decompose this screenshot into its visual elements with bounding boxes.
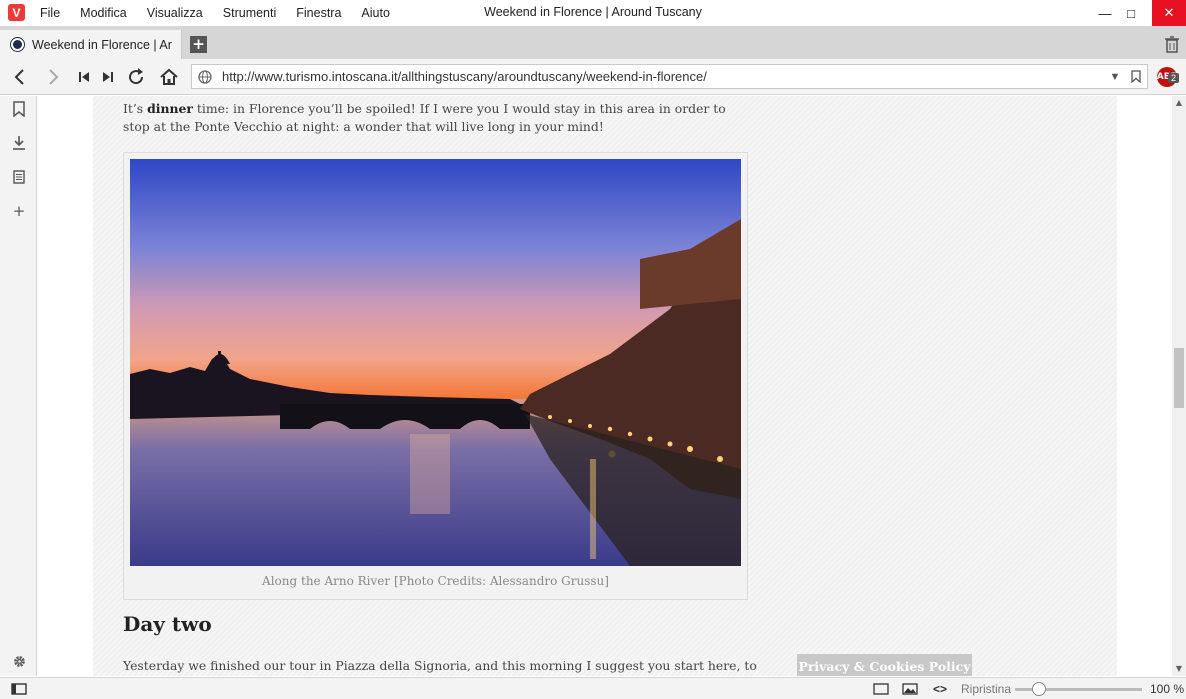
bookmark-icon — [1131, 70, 1141, 83]
bookmarks-panel-icon[interactable] — [10, 100, 28, 118]
page-actions-icon[interactable]: <> — [930, 681, 950, 697]
notes-panel-icon[interactable] — [10, 168, 28, 186]
cookie-policy-button[interactable]: Privacy & Cookies Policy — [797, 654, 972, 676]
close-button[interactable]: ✕ — [1152, 0, 1186, 26]
fast-forward-button[interactable] — [96, 65, 120, 89]
rewind-button[interactable] — [72, 65, 96, 89]
maximize-button[interactable]: □ — [1116, 0, 1146, 26]
reload-icon — [129, 68, 144, 85]
skip-forward-icon — [103, 72, 113, 82]
bookmark-page-button[interactable] — [1125, 70, 1147, 83]
browser-window: { "window": { "title": "Weekend in Flore… — [0, 0, 1186, 699]
forward-button[interactable] — [41, 65, 65, 89]
add-panel-plus-icon[interactable]: + — [10, 202, 28, 220]
navigation-bar: http://www.turismo.intoscana.it/allthing… — [0, 59, 1186, 95]
scrollbar-thumb[interactable] — [1174, 348, 1184, 408]
menu-strumenti[interactable]: Strumenti — [223, 6, 277, 20]
menu-aiuto[interactable]: Aiuto — [361, 6, 390, 20]
zoom-slider-knob[interactable] — [1032, 682, 1046, 696]
settings-gear-icon[interactable] — [10, 652, 28, 670]
arno-river-photo[interactable] — [130, 159, 741, 566]
tiling-icon[interactable] — [872, 681, 890, 697]
toggle-panel-icon[interactable] — [10, 681, 28, 697]
new-tab-plus-icon[interactable]: + — [190, 36, 207, 53]
menu-modifica[interactable]: Modifica — [80, 6, 127, 20]
globe-icon — [198, 69, 212, 84]
reload-button[interactable] — [124, 65, 148, 89]
side-panel: + — [0, 96, 37, 676]
status-bar: <> Ripristina 100 % — [0, 677, 1186, 699]
url-text[interactable]: http://www.turismo.intoscana.it/allthing… — [222, 69, 1105, 84]
vertical-scrollbar[interactable]: ▲ ▼ — [1172, 96, 1186, 676]
figure-caption: Along the Arno River [Photo Credits: Ale… — [262, 574, 609, 588]
menu-file[interactable]: File — [40, 6, 60, 20]
menu-finestra[interactable]: Finestra — [296, 6, 341, 20]
home-button[interactable] — [157, 65, 181, 89]
back-arrow-icon — [14, 69, 24, 85]
intro-paragraph: It’s dinner time: in Florence you’ll be … — [123, 101, 726, 134]
trash-icon[interactable] — [1163, 35, 1181, 53]
tab-active[interactable]: Weekend in Florence | Around Tuscany — [0, 30, 182, 59]
adblock-count-badge: 2 — [1168, 73, 1180, 83]
menu: File Modifica Visualizza Strumenti Fines… — [40, 0, 410, 26]
section-heading: Day two — [123, 612, 212, 636]
image-toggle-icon[interactable] — [901, 681, 919, 697]
zoom-level: 100 % — [1150, 682, 1185, 696]
address-bar[interactable]: http://www.turismo.intoscana.it/allthing… — [191, 64, 1148, 89]
downloads-panel-icon[interactable] — [10, 134, 28, 152]
tab-title: Weekend in Florence | Around Tuscany — [32, 37, 172, 52]
photo-figure: Along the Arno River [Photo Credits: Ale… — [123, 152, 748, 600]
scroll-down-arrow-icon[interactable]: ▼ — [1172, 664, 1186, 673]
forward-arrow-icon — [49, 69, 59, 85]
tab-bar: Weekend in Florence | Around Tuscany + — [0, 26, 1186, 59]
skip-back-icon — [79, 72, 89, 82]
dinner-bold: dinner — [147, 101, 193, 116]
back-button[interactable] — [8, 65, 32, 89]
scroll-up-arrow-icon[interactable]: ▲ — [1172, 98, 1186, 107]
web-content: It’s dinner time: in Florence you’ll be … — [37, 96, 1172, 676]
menu-bar: V Weekend in Florence | Around Tuscany F… — [0, 0, 1186, 26]
zoom-reset-label[interactable]: Ripristina — [961, 682, 1011, 696]
site-favicon-icon — [11, 38, 24, 51]
menu-visualizza[interactable]: Visualizza — [147, 6, 203, 20]
home-icon — [160, 68, 178, 85]
day-two-paragraph: Yesterday we finished our tour in Piazza… — [123, 658, 757, 673]
url-dropdown-icon[interactable]: ▼ — [1105, 71, 1125, 83]
